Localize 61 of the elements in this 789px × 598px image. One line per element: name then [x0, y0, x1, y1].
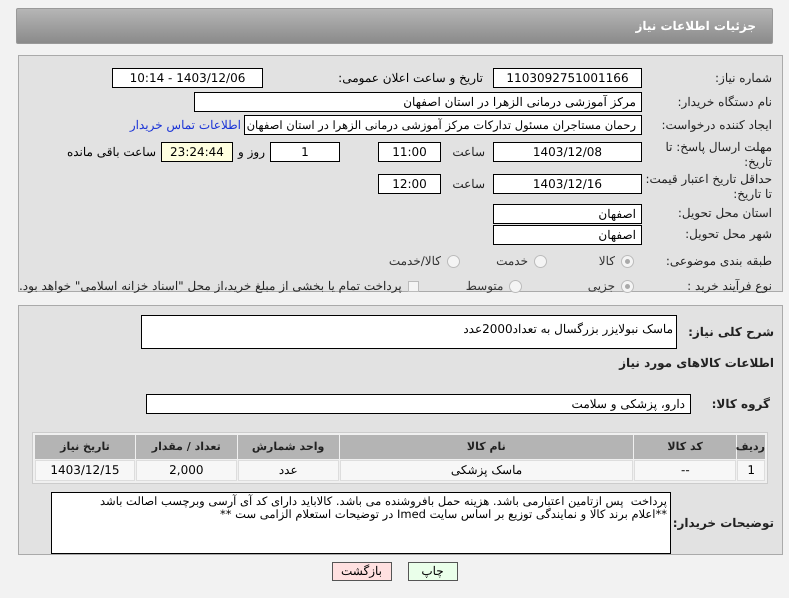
time-label: ساعت	[451, 144, 486, 161]
page-title: جزئیات اطلاعات نیاز	[635, 18, 756, 35]
column-header: نام کالا	[340, 435, 634, 459]
field-label: مهلت ارسال پاسخ: تا تاریخ:	[664, 139, 773, 170]
text-field[interactable]: 1403/12/06 - 10:14	[112, 68, 263, 88]
option-label: کالا	[598, 253, 616, 270]
table-cell: ماسک پزشکی	[340, 460, 634, 481]
column-header: تعداد / مقدار	[136, 435, 237, 459]
field-label: نام دستگاه خریدار:	[676, 94, 773, 110]
table-cell: 1	[737, 460, 765, 481]
column-header: واحد شمارش	[238, 435, 339, 459]
time-label: ساعت	[451, 176, 486, 193]
countdown-field[interactable]: 23:24:44	[161, 142, 233, 162]
table-cell: عدد	[238, 460, 339, 481]
contact-link[interactable]: اطلاعات تماس خریدار	[130, 116, 244, 134]
table-cell: 1403/12/15	[34, 460, 135, 481]
print-button[interactable]: چاپ	[408, 562, 458, 581]
date-field[interactable]: 1403/12/08	[493, 142, 642, 162]
radio-button[interactable]	[621, 254, 634, 268]
field-label: استان محل تحویل:	[676, 206, 773, 221]
column-header: کد کالا	[634, 435, 736, 459]
option-label: جزیی	[586, 278, 616, 295]
option-label: متوسط	[464, 278, 504, 295]
field-label: تاریخ و ساعت اعلان عمومی:	[337, 70, 484, 87]
field-label: شماره نیاز:	[714, 70, 773, 86]
radio-button[interactable]	[621, 280, 634, 292]
text-field[interactable]: اصفهان	[493, 204, 642, 224]
field-label: شرح کلی نیاز:	[687, 324, 775, 341]
field-label: توضیحات خریدار:	[672, 515, 775, 532]
table-cell: --	[634, 460, 736, 481]
countdown-label: ساعت باقی مانده	[66, 144, 157, 161]
days-field[interactable]: 1	[270, 142, 340, 162]
table-cell: 2,000	[136, 460, 237, 481]
text-field[interactable]: 1103092751001166	[493, 68, 642, 88]
section-title: اطلاعات کالاهای مورد نیاز	[618, 355, 775, 372]
field-label: نوع فرآیند خرید :	[686, 278, 773, 294]
text-field[interactable]: اصفهان	[493, 224, 642, 244]
option-label: کالا/خدمت	[388, 253, 442, 270]
days-label: روز و	[236, 144, 266, 161]
radio-button[interactable]	[447, 254, 460, 268]
time-field[interactable]: 12:00	[378, 174, 441, 194]
field-label: شهر محل تحویل:	[684, 227, 773, 242]
option-label: خدمت	[495, 253, 529, 270]
field-label: طبقه بندی موضوعی:	[664, 254, 773, 268]
field-label: گروه کالا:	[710, 396, 771, 413]
checkbox[interactable]	[408, 280, 419, 292]
text-field[interactable]: رحمان مستاجران مسئول تداركات مرکز آموزشی درمانی الزهرا در استان اصفهان	[244, 115, 642, 135]
text-area[interactable]: ماسک نبولایزر بزرگسال به تعداد2000عدد	[141, 315, 677, 349]
radio-button[interactable]	[534, 254, 547, 268]
time-field[interactable]: 11:00	[378, 142, 441, 162]
field-label: حداقل تاریخ اعتبار قیمت: تا تاریخ:	[644, 171, 773, 202]
checkbox-label: پرداخت تمام یا بخشی از مبلغ خرید،از محل "اسناد خزانه اسلامی" خواهد بود.	[18, 278, 403, 295]
radio-button[interactable]	[509, 280, 522, 292]
date-field[interactable]: 1403/12/16	[493, 174, 642, 194]
field-label: ایجاد کننده درخواست:	[660, 118, 773, 132]
text-field[interactable]: مرکز آموزشی درمانی الزهرا در استان اصفهان	[194, 92, 642, 112]
back-button[interactable]: بازگشت	[332, 562, 392, 581]
column-header: ردیف	[737, 435, 765, 459]
column-header: تاریخ نیاز	[35, 435, 135, 459]
text-field[interactable]: دارو، پزشکی و سلامت	[146, 394, 691, 414]
text-area[interactable]: پرداخت پس ازتامین اعتبارمی باشد. هزینه حمل بافروشنده می باشد. کالاباید دارای کد آی آرسی وبرچسب اصالت باشد **اعلام برند کالا و نمایندگی توزیع بر اساس سایت Imed در توضیحات استعلام الزامی ست **	[51, 492, 671, 554]
